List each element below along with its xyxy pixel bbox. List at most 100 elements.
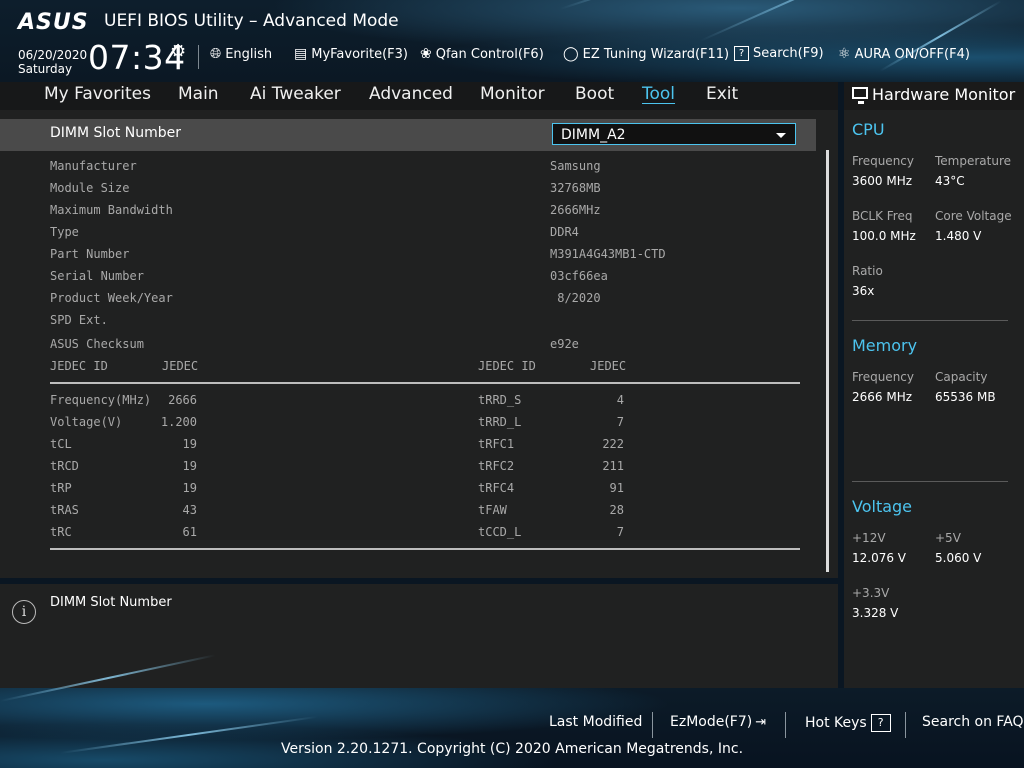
- language-button[interactable]: 🌐︎ English: [210, 46, 272, 62]
- timing-value: 28: [609, 503, 624, 517]
- aura-label: AURA ON/OFF(F4): [854, 46, 970, 62]
- globe-icon: 🌐︎: [210, 46, 222, 62]
- timing-label: tCL: [50, 437, 72, 451]
- memory-capacity-label: Capacity: [935, 370, 988, 384]
- timing-label: tRFC1: [478, 437, 515, 451]
- timing-label: tRCD: [50, 459, 79, 473]
- ez-tuning-wizard-button[interactable]: ◯ EZ Tuning Wizard(F11): [563, 46, 729, 62]
- search-label: Search(F9): [753, 46, 824, 61]
- divider: [785, 712, 786, 738]
- dimm-slot-select[interactable]: DIMM_A2: [552, 123, 796, 145]
- language-label: English: [225, 46, 273, 62]
- timing-label: tRFC2: [478, 459, 515, 473]
- aura-toggle-button[interactable]: ⚛ AURA ON/OFF(F4): [838, 46, 970, 62]
- v33-value: 3.328 V: [852, 606, 899, 620]
- tab-ai-tweaker[interactable]: Ai Tweaker: [250, 84, 341, 104]
- jedec-header: JEDEC ID: [478, 359, 536, 373]
- memory-section-title: Memory: [852, 336, 918, 355]
- v5-value: 5.060 V: [935, 551, 982, 565]
- dimm-slot-value: DIMM_A2: [561, 127, 626, 143]
- timing-label: tRRD_L: [478, 415, 522, 429]
- info-value: 03cf66ea: [550, 269, 608, 283]
- exit-arrow-icon: ⇥: [755, 714, 767, 730]
- timing-value: 91: [609, 481, 624, 495]
- voltage-section-title: Voltage: [852, 497, 913, 516]
- tab-my-favorites[interactable]: My Favorites: [44, 84, 151, 104]
- jedec-header: JEDEC: [162, 359, 199, 373]
- search-button[interactable]: ? Search(F9): [734, 46, 824, 61]
- search-faq-button[interactable]: Search on FAQ: [922, 714, 1024, 730]
- info-label: Product Week/Year: [50, 291, 173, 305]
- favorite-list-icon: ▤: [294, 46, 308, 62]
- divider: [652, 712, 653, 738]
- timing-label: tCCD_L: [478, 525, 522, 539]
- hot-keys-label: Hot Keys: [805, 715, 867, 731]
- tab-main[interactable]: Main: [178, 84, 219, 104]
- core-voltage-label: Core Voltage: [935, 209, 1012, 223]
- help-box-icon: ?: [870, 714, 891, 732]
- ezmode-button[interactable]: EzMode(F7) ⇥: [670, 714, 766, 730]
- timing-value: 19: [182, 459, 197, 473]
- cpu-frequency-value: 3600 MHz: [852, 174, 913, 188]
- info-value: M391A4G43MB1-CTD: [550, 247, 666, 261]
- timing-value: 2666: [168, 393, 197, 407]
- jedec-header: JEDEC ID: [50, 359, 108, 373]
- info-value: 32768MB: [550, 181, 601, 195]
- info-value: 8/2020: [550, 291, 601, 305]
- timing-value: 1.200: [160, 415, 197, 429]
- timing-label: tRP: [50, 481, 72, 495]
- info-label: Type: [50, 225, 79, 239]
- info-label: SPD Ext.: [50, 313, 108, 327]
- info-value: 2666MHz: [550, 203, 601, 217]
- tab-monitor[interactable]: Monitor: [480, 84, 545, 104]
- myfavorite-button[interactable]: ▤ MyFavorite(F3): [294, 46, 408, 62]
- bclk-label: BCLK Freq: [852, 209, 913, 223]
- divider: [905, 712, 906, 738]
- timing-label: tRFC4: [478, 481, 515, 495]
- myfavorite-label: MyFavorite(F3): [311, 46, 408, 62]
- v5-label: +5V: [935, 531, 961, 545]
- qfan-control-button[interactable]: ❀ Qfan Control(F6): [420, 46, 544, 62]
- hardware-monitor-title: Hardware Monitor: [872, 85, 1016, 104]
- timing-value: 19: [182, 437, 197, 451]
- help-box-icon: ?: [734, 46, 749, 61]
- timing-value: 7: [616, 525, 624, 539]
- hot-keys-button[interactable]: Hot Keys?: [805, 714, 891, 732]
- cpu-frequency-label: Frequency: [852, 154, 914, 168]
- ratio-value: 36x: [852, 284, 875, 298]
- memory-frequency-label: Frequency: [852, 370, 914, 384]
- aura-icon: ⚛: [838, 46, 851, 62]
- fan-icon: ❀: [420, 46, 432, 62]
- info-value: e92e: [550, 337, 579, 351]
- info-label: Manufacturer: [50, 159, 137, 173]
- core-voltage-value: 1.480 V: [935, 229, 982, 243]
- last-modified-button[interactable]: Last Modified: [549, 714, 642, 730]
- timing-value: 43: [182, 503, 197, 517]
- copyright-text: Version 2.20.1271. Copyright (C) 2020 Am…: [280, 741, 744, 757]
- scrollbar[interactable]: [826, 150, 829, 572]
- cpu-temperature-label: Temperature: [935, 154, 1012, 168]
- tab-tool[interactable]: Tool: [642, 84, 675, 104]
- bclk-value: 100.0 MHz: [852, 229, 916, 243]
- cpu-temperature-value: 43°C: [935, 174, 965, 188]
- date-display: 06/20/2020 Saturday: [18, 48, 87, 76]
- timing-label: tRRD_S: [478, 393, 522, 407]
- timing-value: 7: [616, 415, 624, 429]
- ratio-label: Ratio: [852, 264, 883, 278]
- tab-exit[interactable]: Exit: [706, 84, 738, 104]
- timing-value: 222: [602, 437, 624, 451]
- page-title: UEFI BIOS Utility – Advanced Mode: [104, 11, 399, 31]
- divider: [198, 45, 199, 69]
- monitor-icon: [852, 87, 868, 104]
- help-text: DIMM Slot Number: [50, 595, 172, 610]
- divider: [852, 320, 1008, 321]
- weekday-text: Saturday: [18, 62, 73, 76]
- gear-icon[interactable]: ⚙: [170, 41, 186, 62]
- timing-label: Frequency(MHz): [50, 393, 152, 407]
- v12-value: 12.076 V: [852, 551, 907, 565]
- divider: [50, 548, 800, 550]
- info-label: Part Number: [50, 247, 130, 261]
- tab-boot[interactable]: Boot: [575, 84, 614, 104]
- tab-advanced[interactable]: Advanced: [369, 84, 453, 104]
- jedec-header: JEDEC: [590, 359, 627, 373]
